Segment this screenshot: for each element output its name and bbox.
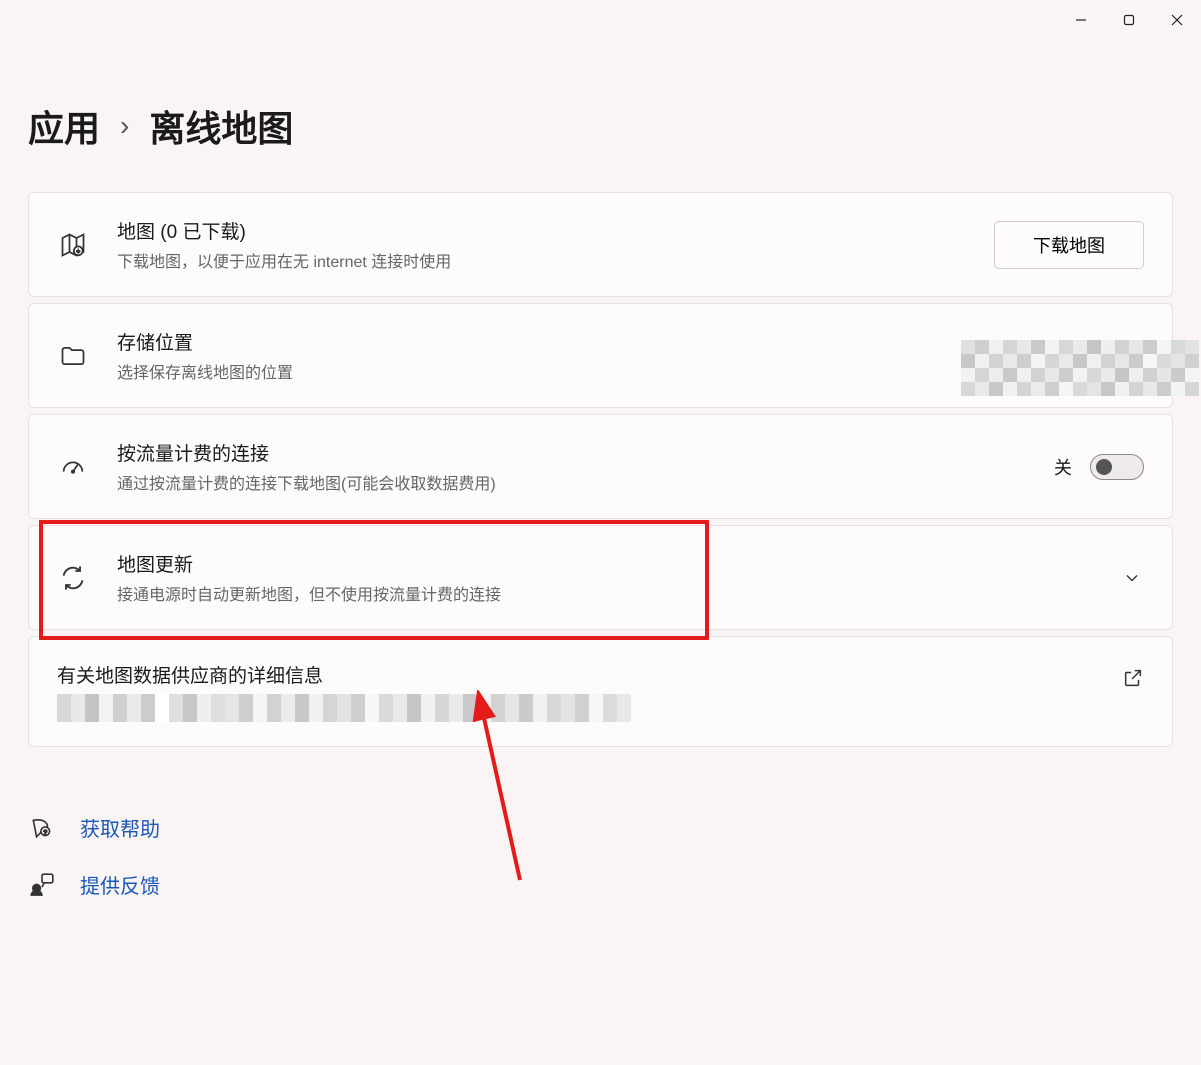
sync-icon: [57, 562, 89, 594]
minimize-icon: [1075, 14, 1087, 26]
minimize-button[interactable]: [1057, 0, 1105, 40]
folder-icon: [57, 340, 89, 372]
breadcrumb: 应用 › 离线地图: [0, 0, 1201, 192]
breadcrumb-parent[interactable]: 应用: [28, 100, 100, 152]
window-controls: [1057, 0, 1201, 40]
toggle-knob: [1096, 459, 1112, 475]
get-help-link[interactable]: ? 获取帮助: [28, 813, 1173, 842]
toggle-label: 关: [1054, 454, 1072, 480]
map-updates-card[interactable]: 地图更新 接通电源时自动更新地图，但不使用按流量计费的连接: [28, 525, 1173, 630]
close-button[interactable]: [1153, 0, 1201, 40]
provider-card[interactable]: 有关地图数据供应商的详细信息: [28, 636, 1173, 747]
updates-subtitle: 接通电源时自动更新地图，但不使用按流量计费的连接: [117, 581, 1120, 605]
feedback-text: 提供反馈: [80, 870, 160, 899]
svg-text:?: ?: [43, 829, 47, 836]
provider-title: 有关地图数据供应商的详细信息: [57, 661, 1144, 688]
updates-title: 地图更新: [117, 550, 1120, 577]
metered-toggle[interactable]: [1090, 454, 1144, 480]
download-maps-button[interactable]: 下载地图: [994, 221, 1144, 269]
maps-card: 地图 (0 已下载) 下载地图，以便于应用在无 internet 连接时使用 下…: [28, 192, 1173, 297]
chevron-down-icon: [1120, 566, 1144, 590]
chevron-right-icon: ›: [120, 110, 129, 142]
redacted-text: [57, 694, 637, 722]
help-icon: ?: [28, 814, 56, 842]
maximize-icon: [1123, 14, 1135, 26]
breadcrumb-current: 离线地图: [149, 100, 293, 152]
maps-title: 地图 (0 已下载): [117, 217, 994, 244]
maximize-button[interactable]: [1105, 0, 1153, 40]
gauge-icon: [57, 451, 89, 483]
metered-card: 按流量计费的连接 通过按流量计费的连接下载地图(可能会收取数据费用) 关: [28, 414, 1173, 519]
map-icon: [57, 229, 89, 261]
feedback-icon: [28, 871, 56, 899]
metered-title: 按流量计费的连接: [117, 439, 1054, 466]
close-icon: [1171, 14, 1183, 26]
give-feedback-link[interactable]: 提供反馈: [28, 870, 1173, 899]
redacted-sidebar: [961, 340, 1201, 396]
external-link-icon: [1122, 667, 1144, 694]
metered-subtitle: 通过按流量计费的连接下载地图(可能会收取数据费用): [117, 470, 1054, 494]
help-text: 获取帮助: [80, 813, 160, 842]
maps-subtitle: 下载地图，以便于应用在无 internet 连接时使用: [117, 248, 994, 272]
